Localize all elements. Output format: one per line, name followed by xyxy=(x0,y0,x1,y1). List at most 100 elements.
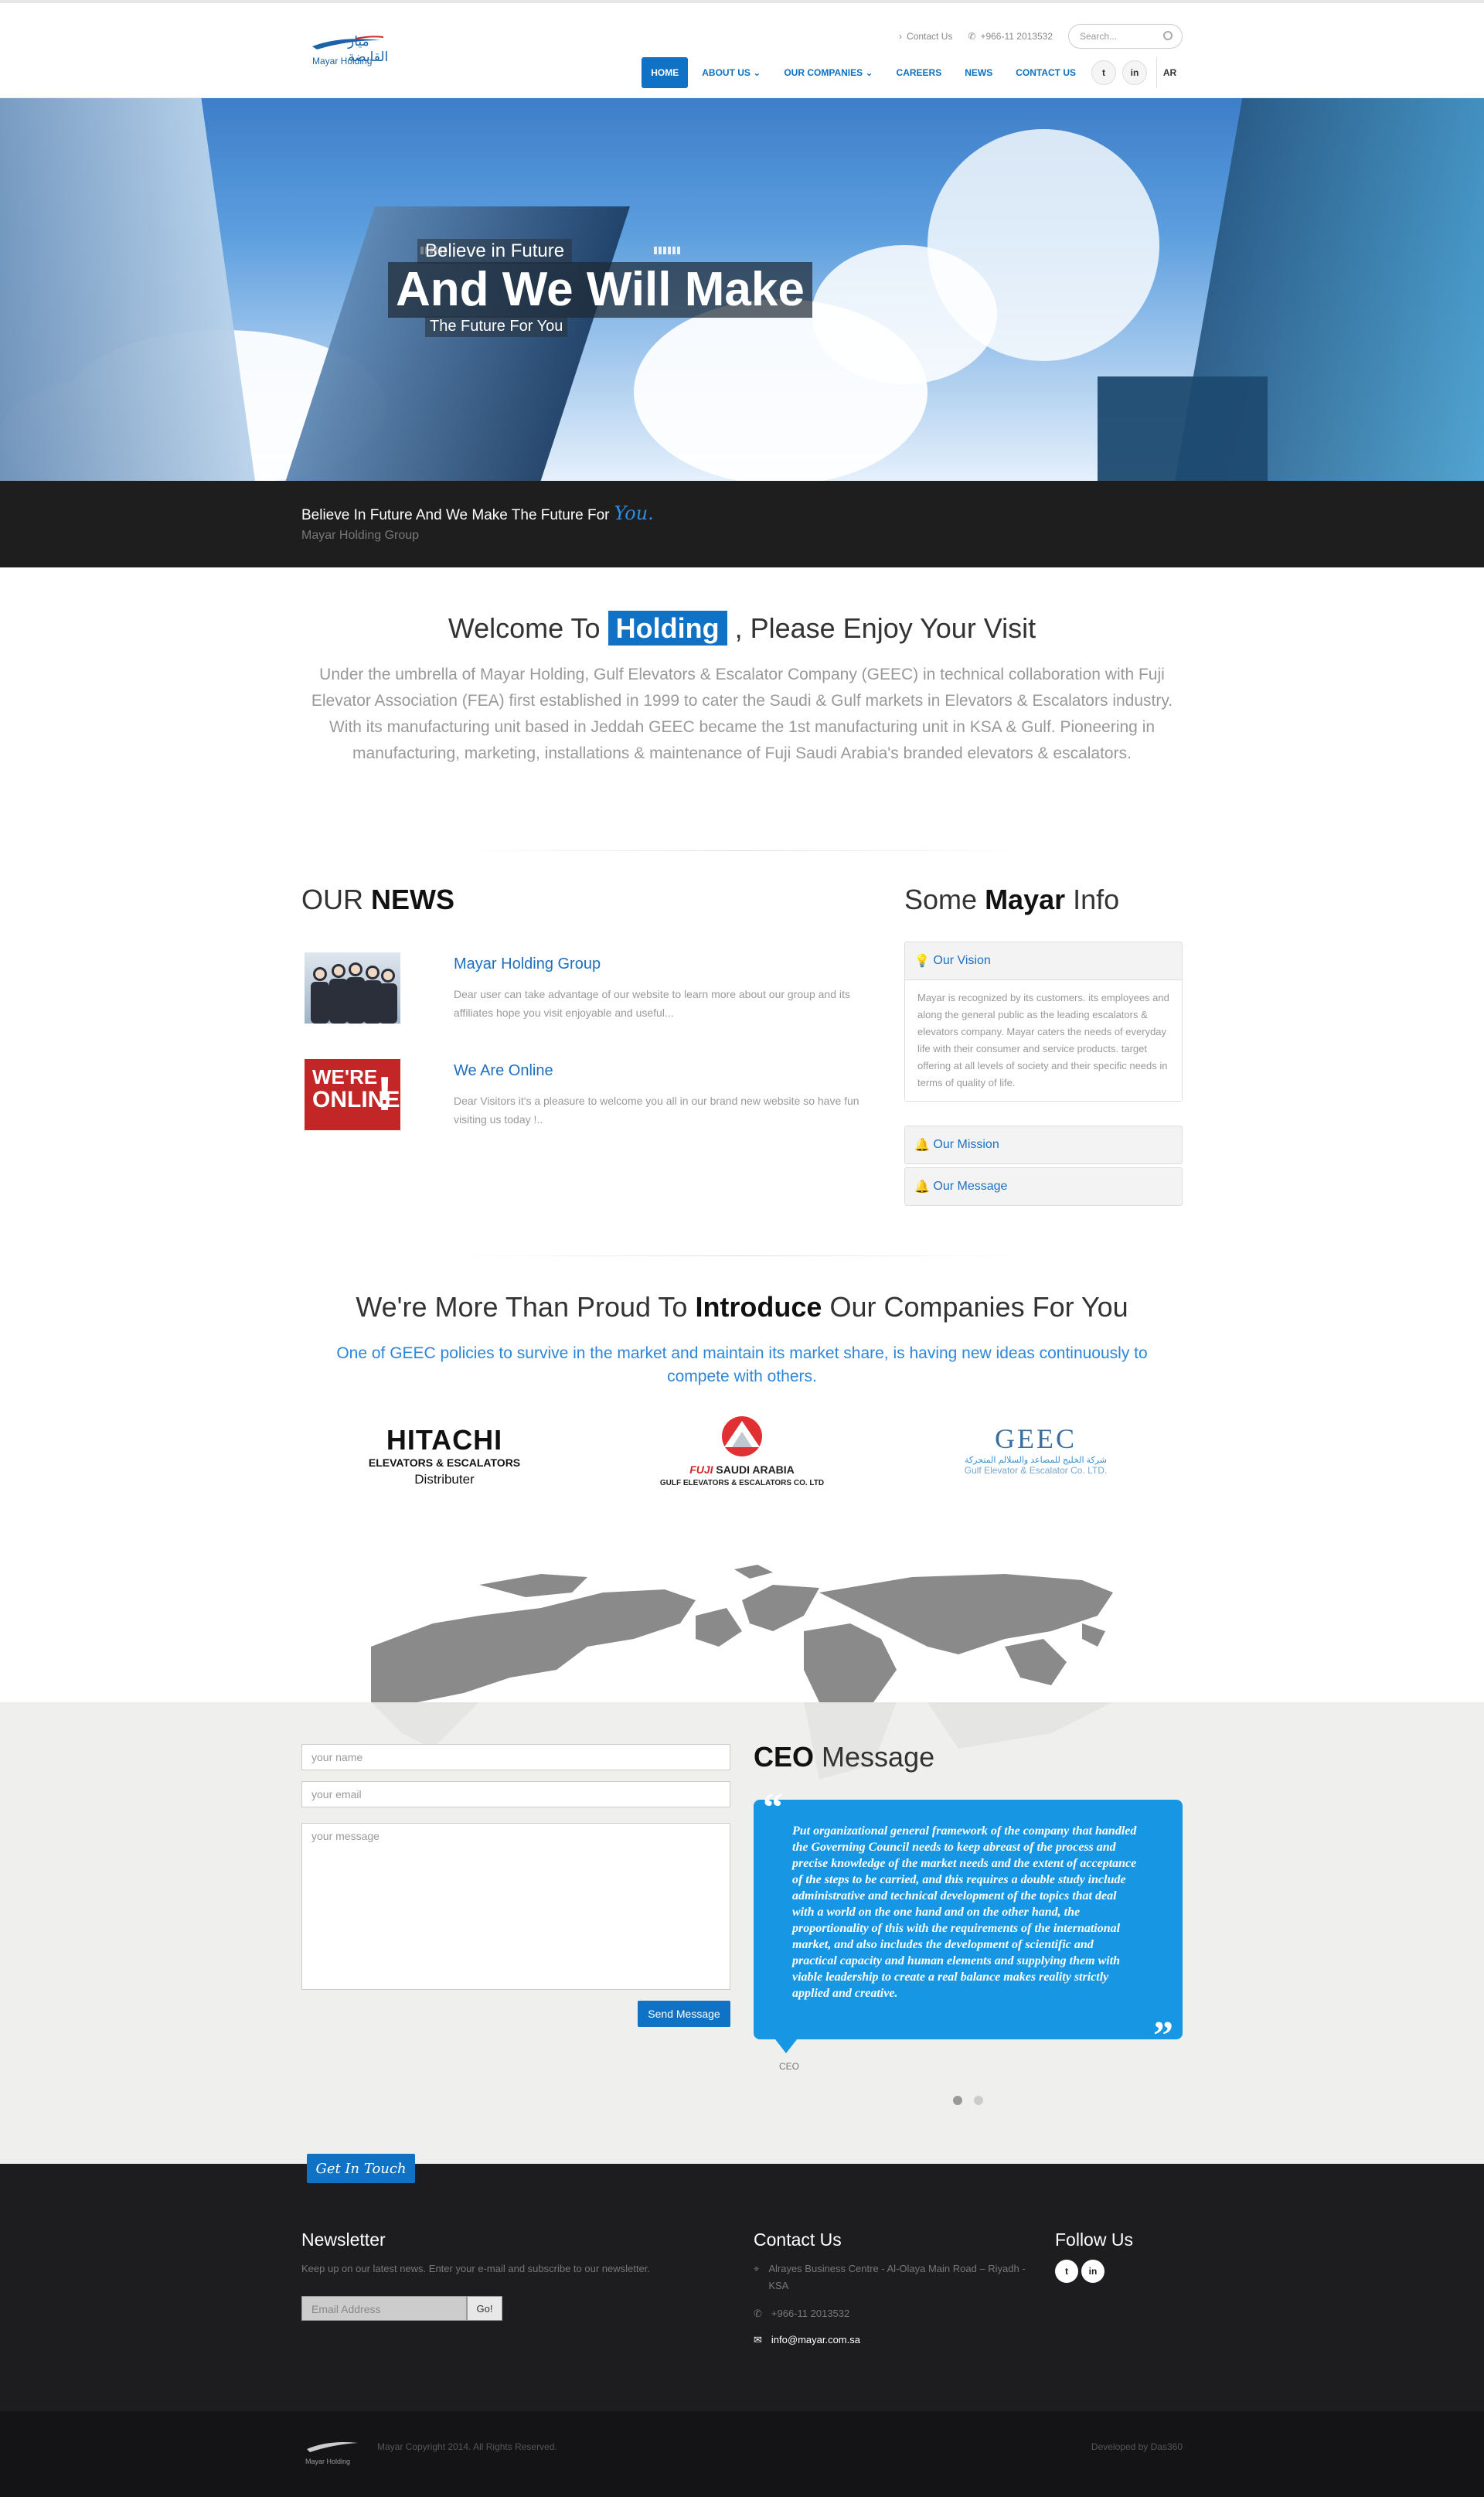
twitter-icon[interactable]: t xyxy=(1091,60,1116,85)
contact-link[interactable]: › Contact Us xyxy=(899,31,952,42)
news-title[interactable]: Mayar Holding Group xyxy=(454,956,601,973)
contact-ceo-section xyxy=(0,1702,1484,2164)
bell-icon: 🔔 xyxy=(914,1139,930,1152)
nav-about-label: ABOUT US xyxy=(702,67,751,78)
news-excerpt: Dear Visitors it's a pleasure to welcome… xyxy=(454,1095,859,1126)
accordion-title: Our Mission xyxy=(933,1138,999,1151)
nav-careers[interactable]: CAREERS xyxy=(887,57,951,88)
footer-email-row[interactable]: ✉ info@mayar.com.sa xyxy=(754,2332,860,2349)
geec-logo[interactable]: GEEC شركة الخليج للمصاعد والسلالم المتحر… xyxy=(943,1422,1128,1476)
tagline-you: You. xyxy=(614,502,654,524)
hero-banner: Believe in Future And We Will Make The F… xyxy=(0,98,1484,481)
site-logo[interactable]: ميار القابضة Mayar Holding xyxy=(309,29,388,71)
copyright: Mayar Copyright 2014. All Rights Reserve… xyxy=(377,2441,557,2452)
fuji-name2: SAUDI ARABIA xyxy=(716,1463,795,1476)
accordion-vision[interactable]: 💡 Our Vision Mayar is recognized by its … xyxy=(904,942,1183,1102)
footer-phone-text: +966-11 2013532 xyxy=(771,2308,850,2319)
newsletter-title: Newsletter xyxy=(301,2230,386,2250)
hero-line3: The Future For You xyxy=(425,316,568,337)
geec-name: GEEC xyxy=(995,1423,1077,1454)
get-in-touch-tab[interactable]: Get In Touch xyxy=(307,2154,415,2183)
companies-heading-pre: We're More Than Proud To xyxy=(356,1291,688,1323)
accordion-body: Mayar is recognized by its customers. it… xyxy=(905,979,1182,1101)
footer-logo-text: Mayar Holding xyxy=(305,2458,351,2465)
news-thumbnail[interactable]: WE'RE ONLINE ! xyxy=(305,1059,400,1130)
accordion-header[interactable]: 🔔 Our Message xyxy=(905,1168,1182,1205)
newsletter-go-button[interactable]: Go! xyxy=(467,2296,502,2321)
contact-link-label: Contact Us xyxy=(907,31,953,42)
map-shadow-image xyxy=(371,1702,1113,1780)
ceo-heading-light: Message xyxy=(822,1741,935,1773)
footer xyxy=(0,2164,1484,2411)
welcome-highlight: Holding xyxy=(608,611,727,646)
nav-news[interactable]: NEWS xyxy=(955,57,1002,88)
send-message-button[interactable]: Send Message xyxy=(638,2001,730,2027)
news-item[interactable]: WE'RE ONLINE ! We Are Online Dear Visito… xyxy=(301,1059,881,1136)
nav-companies[interactable]: OUR COMPANIES ⌄ xyxy=(774,57,882,88)
welcome-section: Welcome To Holding , Please Enjoy Your V… xyxy=(301,611,1183,767)
hitachi-logo[interactable]: HITACHI ELEVATORS & ESCALATORS Distribut… xyxy=(352,1424,537,1487)
name-input[interactable]: your name xyxy=(301,1744,730,1770)
info-heading: Some Mayar Info xyxy=(904,884,1119,916)
linkedin-icon[interactable]: in xyxy=(1122,60,1147,85)
nav-news-label: NEWS xyxy=(965,67,993,78)
carousel-dot[interactable] xyxy=(974,2096,983,2105)
name-placeholder: your name xyxy=(311,1751,363,1763)
info-heading-pre: Some xyxy=(904,884,978,915)
developer-credit[interactable]: Developed by Das360 xyxy=(1067,2438,1183,2455)
news-title[interactable]: We Are Online xyxy=(454,1062,553,1080)
logo-english: Mayar Holding xyxy=(312,56,373,66)
tagline-bar: Believe In Future And We Make The Future… xyxy=(0,481,1484,567)
nav-contact[interactable]: CONTACT US xyxy=(1006,57,1085,88)
hitachi-line2: ELEVATORS & ESCALATORS xyxy=(368,1456,521,1469)
accordion-header[interactable]: 💡 Our Vision xyxy=(905,942,1182,979)
language-switch[interactable]: AR xyxy=(1156,57,1183,88)
bell-icon: 🔔 xyxy=(914,1180,930,1194)
companies-heading: We're More Than Proud To Introduce Our C… xyxy=(301,1291,1183,1323)
info-heading-bold: Mayar xyxy=(985,884,1066,915)
logo-swoosh-icon xyxy=(307,2442,358,2452)
chevron-down-icon: ⌄ xyxy=(865,67,873,78)
news-heading-bold: NEWS xyxy=(371,884,455,915)
news-thumbnail[interactable] xyxy=(305,952,400,1024)
nav-about[interactable]: ABOUT US ⌄ xyxy=(693,57,770,88)
ceo-author: CEO xyxy=(779,2061,800,2072)
nav-careers-label: CAREERS xyxy=(896,67,942,78)
nav-contact-label: CONTACT US xyxy=(1016,67,1076,78)
accordion-message[interactable]: 🔔 Our Message xyxy=(904,1167,1183,1206)
page: ميار القابضة Mayar Holding › Contact Us … xyxy=(0,0,1484,2497)
search-icon[interactable] xyxy=(1163,31,1173,40)
email-input[interactable]: your email xyxy=(301,1781,730,1807)
main-nav: HOME ABOUT US ⌄ OUR COMPANIES ⌄ CAREERS … xyxy=(642,57,1183,88)
message-textarea[interactable]: your message xyxy=(301,1823,730,1990)
hero-building xyxy=(1098,376,1268,481)
companies-subtitle: One of GEEC policies to survive in the m… xyxy=(336,1344,1148,1385)
companies-heading-bold: Introduce xyxy=(695,1291,822,1323)
envelope-icon: ✉ xyxy=(754,2334,762,2345)
world-map-image xyxy=(371,1565,1113,1702)
news-item[interactable]: Mayar Holding Group Dear user can take a… xyxy=(301,952,881,1030)
twitter-icon[interactable]: t xyxy=(1055,2260,1078,2283)
footer-email-text[interactable]: info@mayar.com.sa xyxy=(771,2332,860,2349)
divider xyxy=(456,850,1028,851)
accordion-header[interactable]: 🔔 Our Mission xyxy=(905,1126,1182,1163)
news-heading-light: OUR xyxy=(301,884,363,915)
newsletter-text: Keep up on our latest news. Enter your e… xyxy=(301,2263,650,2274)
address-row: ⌖ Alrayes Business Centre - Al-Olaya Mai… xyxy=(754,2260,1032,2294)
bubble-tail xyxy=(775,2039,797,2053)
fuji-logo[interactable]: FUJI SAUDI ARABIA GULF ELEVATORS & ESCAL… xyxy=(649,1413,835,1487)
ceo-heading-bold: CEO xyxy=(754,1741,815,1773)
newsletter-email-input[interactable]: Email Address xyxy=(301,2296,467,2321)
fuji-name-line: FUJI SAUDI ARABIA xyxy=(649,1463,835,1476)
nav-home[interactable]: HOME xyxy=(642,57,689,88)
search-input[interactable]: Search... xyxy=(1068,24,1183,49)
footer-logo[interactable]: Mayar Holding xyxy=(305,2438,359,2466)
hitachi-line3: Distributer xyxy=(414,1472,475,1487)
close-quote-icon: ” xyxy=(1153,2014,1173,2058)
geec-line2: Gulf Elevator & Escalator Co. LTD. xyxy=(964,1465,1108,1476)
linkedin-icon[interactable]: in xyxy=(1081,2260,1104,2283)
carousel-dot-active[interactable] xyxy=(953,2096,962,2105)
hitachi-name: HITACHI xyxy=(386,1424,503,1456)
accordion-mission[interactable]: 🔔 Our Mission xyxy=(904,1126,1183,1164)
fuji-triangle-icon xyxy=(722,1416,762,1456)
